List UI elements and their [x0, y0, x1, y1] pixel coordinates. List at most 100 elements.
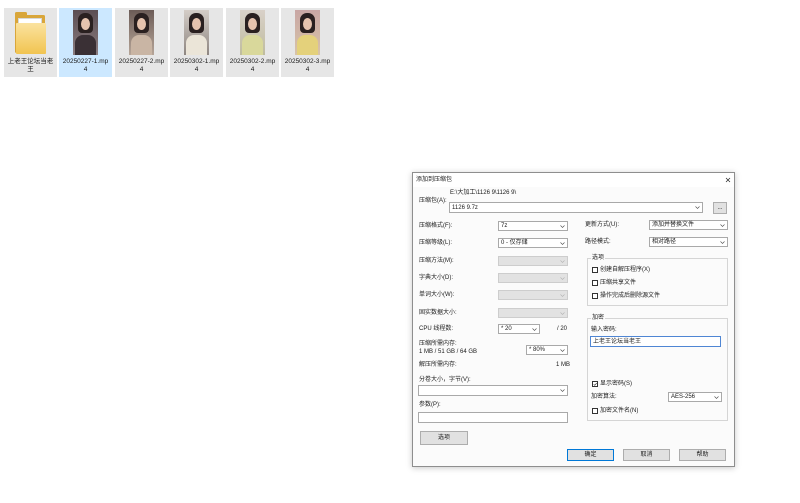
solid-block-select[interactable]: [498, 308, 568, 318]
volume-size-label: 分卷大小，字节(V):: [419, 377, 471, 383]
video-file-item[interactable]: 20250302-3.mp4: [281, 8, 334, 77]
path-mode-label: 路径模式:: [585, 239, 611, 245]
update-mode-value: 添加并替换文件: [652, 222, 695, 228]
password-input[interactable]: 上老王论坛当老王: [590, 336, 721, 347]
chevron-down-icon: [560, 293, 565, 297]
encryption-method-value: AES-256: [671, 394, 696, 400]
options-button[interactable]: 选项: [420, 431, 468, 445]
show-password-checkbox[interactable]: [592, 381, 598, 387]
compress-memory-detail: 1 MB / 51 GB / 64 GB: [419, 349, 478, 355]
chevron-down-icon: [695, 206, 700, 209]
encryption-method-select[interactable]: AES-256: [668, 392, 722, 402]
method-select[interactable]: [498, 256, 568, 266]
options-group-title: 选项: [591, 254, 606, 262]
file-name-label: 20250302-3.mp4: [284, 58, 331, 73]
threads-value: * 20: [501, 326, 512, 332]
thumbnail-detail: [248, 18, 257, 30]
params-input[interactable]: [418, 412, 568, 423]
close-icon[interactable]: [723, 175, 733, 185]
word-size-label: 单词大小(W):: [419, 292, 455, 298]
video-thumbnail: [240, 10, 265, 55]
file-name-label: 20250227-2.mp4: [118, 58, 165, 73]
archive-path: E:\大加工\1126 9\1126 9\: [450, 190, 517, 196]
compress-memory-label: 压缩所需内存:: [419, 341, 457, 347]
dictionary-select[interactable]: [498, 273, 568, 283]
help-button[interactable]: 帮助: [679, 449, 726, 461]
shared-files-checkbox-label[interactable]: 压缩共享文件: [600, 279, 636, 287]
sfx-checkbox[interactable]: [592, 267, 598, 273]
encrypt-names-label[interactable]: 加密文件名(N): [600, 407, 638, 415]
chevron-down-icon: [720, 240, 725, 244]
thumbnail-detail: [131, 35, 152, 55]
title-bar[interactable]: [413, 173, 734, 187]
video-file-item[interactable]: 20250302-2.mp4: [226, 8, 279, 77]
word-size-select[interactable]: [498, 290, 568, 300]
sfx-checkbox-label[interactable]: 创建自解压程序(X): [600, 266, 650, 274]
archive-name-select[interactable]: 1126 9.7z: [449, 202, 703, 213]
thumbnail-detail: [81, 18, 90, 30]
level-label: 压缩等级(L):: [419, 240, 453, 246]
chevron-down-icon: [560, 311, 565, 315]
decompress-memory-value: 1 MB: [556, 362, 571, 368]
checkmark-icon: [593, 382, 597, 386]
path-mode-value: 相对路径: [652, 239, 677, 245]
video-thumbnail: [184, 10, 209, 55]
chevron-down-icon: [560, 348, 565, 352]
chevron-down-icon: [714, 395, 719, 399]
thumbnail-detail: [297, 35, 318, 55]
archive-label: 压缩包(A):: [419, 198, 447, 204]
encrypt-names-checkbox[interactable]: [592, 408, 598, 414]
folder-icon: [13, 12, 47, 54]
threads-select[interactable]: * 20: [498, 324, 540, 334]
ok-button[interactable]: 确定: [567, 449, 614, 461]
archive-name-value: 1126 9.7z: [452, 204, 478, 211]
folder-item[interactable]: 上老王论坛当老王: [4, 8, 57, 77]
delete-after-checkbox-label[interactable]: 操作完成后删除源文件: [600, 292, 660, 300]
thumbnail-detail: [192, 18, 201, 30]
shared-files-checkbox[interactable]: [592, 280, 598, 286]
chevron-down-icon: [532, 327, 537, 331]
video-thumbnail: [295, 10, 320, 55]
encryption-method-label: 加密算法:: [591, 394, 617, 400]
chevron-down-icon: [560, 224, 565, 228]
show-password-label[interactable]: 显示密码(S): [600, 380, 632, 388]
dialog-title: 添加到压缩包: [416, 177, 453, 183]
file-name-label: 上老王论坛当老王: [7, 58, 54, 73]
video-file-item[interactable]: 20250227-1.mp4: [59, 8, 112, 77]
params-label: 参数(P):: [419, 402, 441, 408]
file-name-label: 20250227-1.mp4: [62, 58, 109, 73]
volume-size-select[interactable]: [418, 385, 568, 396]
update-mode-select[interactable]: 添加并替换文件: [649, 220, 728, 230]
chevron-down-icon: [560, 276, 565, 280]
video-file-item[interactable]: 20250302-1.mp4: [170, 8, 223, 77]
thumbnail-detail: [137, 18, 146, 30]
file-name-label: 20250302-2.mp4: [229, 58, 276, 73]
delete-after-checkbox[interactable]: [592, 293, 598, 299]
thumbnail-detail: [242, 35, 263, 55]
decompress-memory-label: 解压所需内存:: [419, 362, 457, 368]
cancel-button[interactable]: 取消: [623, 449, 670, 461]
chevron-down-icon: [720, 223, 725, 227]
video-file-item[interactable]: 20250227-2.mp4: [115, 8, 168, 77]
password-label: 输入密码:: [591, 327, 617, 333]
file-name-label: 20250302-1.mp4: [173, 58, 220, 73]
chevron-down-icon: [560, 241, 565, 245]
dictionary-label: 字典大小(D):: [419, 275, 453, 281]
thumbnail-detail: [75, 35, 96, 55]
encryption-group-title: 加密: [591, 314, 606, 322]
path-mode-select[interactable]: 相对路径: [649, 237, 728, 247]
add-to-archive-dialog: 添加到压缩包 压缩包(A): E:\大加工\1126 9\1126 9\ 112…: [412, 172, 735, 467]
format-value: 7z: [501, 223, 508, 229]
memory-usage-select[interactable]: * 80%: [526, 345, 568, 355]
level-select[interactable]: 0 - 仅存储: [498, 238, 568, 248]
threads-max: / 20: [557, 326, 568, 332]
folder-front: [16, 23, 46, 54]
threads-label: CPU 线程数:: [419, 326, 454, 332]
browse-button[interactable]: ...: [713, 202, 727, 214]
thumbnail-detail: [186, 35, 207, 55]
password-value: 上老王论坛当老王: [593, 338, 642, 345]
format-select[interactable]: 7z: [498, 221, 568, 231]
chevron-down-icon: [560, 389, 565, 392]
memory-usage-value: * 80%: [529, 347, 546, 353]
format-label: 压缩格式(F):: [419, 223, 453, 229]
